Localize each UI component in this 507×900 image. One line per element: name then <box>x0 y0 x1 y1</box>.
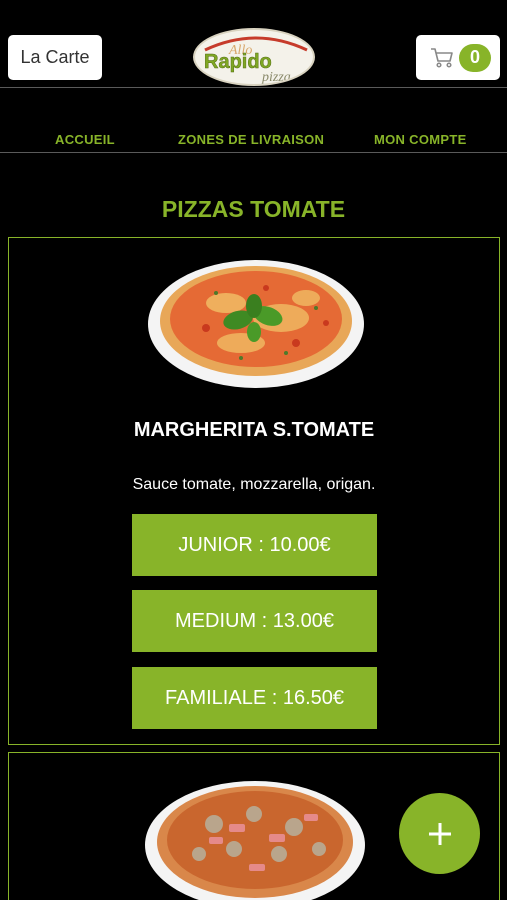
la-carte-button[interactable]: La Carte <box>8 35 102 80</box>
margherita-pizza-image <box>148 260 364 388</box>
nav-item-zones-de-livraison[interactable]: ZONES DE LIVRAISON <box>178 132 324 147</box>
section-title: PIZZAS TOMATE <box>161 196 346 222</box>
nav-item-mon-compte[interactable]: MON COMPTE <box>374 132 467 147</box>
plus-icon <box>428 822 451 845</box>
nav-item-accueil[interactable]: ACCUEIL <box>55 132 115 147</box>
cart-icon <box>431 47 453 68</box>
add-floating-button[interactable] <box>399 793 480 874</box>
pizza-image <box>145 781 365 900</box>
cart-count-badge: 0 <box>459 43 491 72</box>
product-card: MARGHERITA S.TOMATE Sauce tomate, mozzar… <box>8 237 500 745</box>
size-button-familiale[interactable]: FAMILIALE : 16.50€ <box>132 667 377 729</box>
logo-graphic: Allo Rapido pizza <box>204 36 308 85</box>
size-button-junior[interactable]: JUNIOR : 10.00€ <box>132 514 377 576</box>
product-description: Sauce tomate, mozzarella, origan. <box>132 476 376 493</box>
main-nav: ACCUEIL ZONES DE LIVRAISON MON COMPTE <box>0 88 507 153</box>
svg-text:pizza: pizza <box>261 70 291 85</box>
product-name: MARGHERITA S.TOMATE <box>133 419 375 441</box>
cart-button[interactable]: 0 <box>416 35 500 80</box>
top-bar: La Carte Allo Rapido pizza 0 <box>0 0 507 88</box>
size-button-medium[interactable]: MEDIUM : 13.00€ <box>132 590 377 652</box>
allo-rapido-pizza-logo[interactable]: Allo Rapido pizza <box>193 28 315 86</box>
